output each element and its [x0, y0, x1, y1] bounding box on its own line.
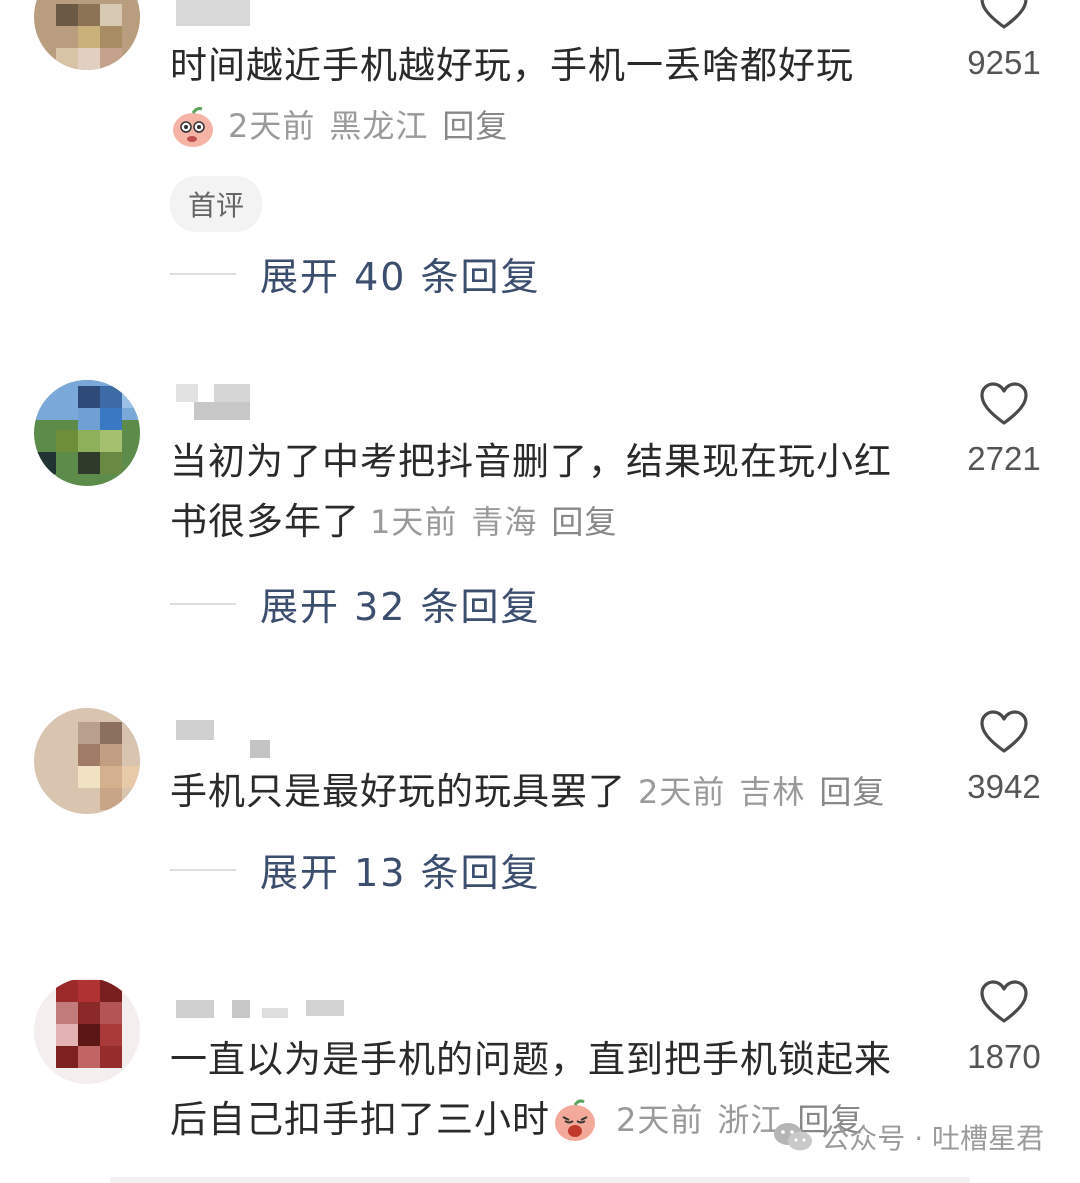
- heart-icon: [980, 0, 1028, 29]
- comment-text: 当初为了中考把抖音删了，结果现在玩小红 书很多年了 1天前 青海 回复: [170, 432, 892, 552]
- wechat-icon: [774, 1123, 813, 1151]
- heart-icon: [980, 710, 1028, 753]
- divider: [170, 602, 236, 605]
- heart-icon: [980, 980, 1028, 1023]
- comment-time: 1天前: [370, 503, 458, 541]
- expand-replies[interactable]: 展开 32 条回复: [170, 576, 541, 631]
- expand-replies[interactable]: 展开 13 条回复: [170, 842, 541, 897]
- emoji-sticker: [555, 1099, 595, 1141]
- divider: [170, 868, 236, 871]
- comment-meta: 2天前 黑龙江 回复: [170, 102, 508, 150]
- expand-replies-label: 展开 32 条回复: [260, 585, 541, 629]
- like-count: 2721: [967, 440, 1041, 477]
- watermark: 公众号 · 吐槽星君: [773, 1117, 1044, 1157]
- like-button[interactable]: 3942: [964, 710, 1044, 806]
- emoji-sticker: [173, 107, 213, 147]
- comment-text-line: 当初为了中考把抖音删了，结果现在玩小红: [170, 440, 892, 483]
- like-count: 1870: [967, 1038, 1041, 1075]
- divider: [170, 272, 236, 275]
- comment-text: 手机只是最好玩的玩具罢了 2天前 吉林 回复: [170, 762, 885, 822]
- reply-button[interactable]: 回复: [819, 762, 885, 822]
- first-comment-badge: 首评: [170, 176, 263, 232]
- like-button[interactable]: 1870: [964, 980, 1044, 1076]
- avatar[interactable]: [34, 978, 140, 1084]
- comment-time: 2天前: [228, 107, 316, 145]
- comment-text: 时间越近手机越好玩，手机一丢啥都好玩: [170, 44, 854, 87]
- expand-replies-label: 展开 13 条回复: [260, 851, 541, 895]
- avatar[interactable]: [34, 708, 140, 814]
- comment-text-line: 书很多年了 1天前 青海 回复: [170, 492, 892, 552]
- reply-button[interactable]: 回复: [551, 492, 617, 552]
- comment-time: 2天前: [638, 773, 726, 811]
- avatar[interactable]: [34, 380, 140, 486]
- comment-location: 青海: [471, 503, 538, 541]
- like-button[interactable]: 2721: [964, 382, 1044, 478]
- comment-time: 2天前: [616, 1101, 704, 1139]
- expand-replies[interactable]: 展开 40 条回复: [170, 246, 541, 301]
- comment-location: 黑龙江: [329, 107, 429, 145]
- comment-location: 吉林: [739, 773, 806, 811]
- avatar[interactable]: [34, 0, 140, 70]
- heart-icon: [980, 382, 1028, 425]
- like-button[interactable]: 9251: [964, 0, 1044, 82]
- reply-button[interactable]: 回复: [442, 102, 508, 150]
- like-count: 3942: [967, 768, 1041, 805]
- watermark-text: 公众号 · 吐槽星君: [821, 1122, 1044, 1155]
- scroll-indicator: [110, 1177, 970, 1183]
- comment-text-line: 一直以为是手机的问题，直到把手机锁起来: [170, 1038, 892, 1081]
- like-count: 9251: [967, 44, 1041, 81]
- expand-replies-label: 展开 40 条回复: [260, 255, 541, 299]
